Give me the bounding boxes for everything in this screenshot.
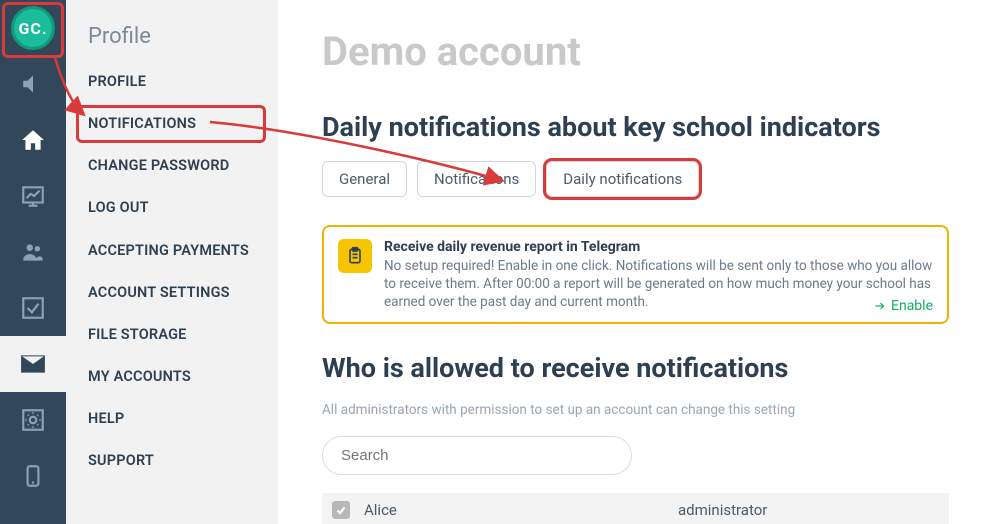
- sidebar-title: Profile: [66, 18, 278, 61]
- avatar-annotation-box: [2, 2, 64, 58]
- who-subhead: All administrators with permission to se…: [322, 402, 949, 418]
- rail-mobile-icon[interactable]: [0, 448, 66, 504]
- callout-text: No setup required! Enable in one click. …: [384, 257, 933, 312]
- rail-sound-icon[interactable]: [0, 56, 66, 112]
- rail-chart-icon[interactable]: [0, 168, 66, 224]
- tab-daily-notifications[interactable]: Daily notifications: [546, 161, 699, 197]
- sidebar-item-accepting-payments[interactable]: ACCEPTING PAYMENTS: [66, 230, 278, 272]
- rail-avatar[interactable]: GC.: [0, 0, 66, 56]
- sidebar-item-notifications[interactable]: NOTIFICATIONS: [66, 103, 278, 145]
- user-checkbox[interactable]: [332, 501, 350, 519]
- telegram-callout: Receive daily revenue report in Telegram…: [322, 225, 949, 324]
- tab-general[interactable]: General: [322, 161, 407, 197]
- sidebar-item-log-out[interactable]: LOG OUT: [66, 187, 278, 229]
- clipboard-icon: [338, 239, 372, 273]
- user-role: administrator: [678, 501, 939, 519]
- sidebar-item-account-settings[interactable]: ACCOUNT SETTINGS: [66, 272, 278, 314]
- tab-label: Daily notifications: [563, 170, 682, 188]
- user-row[interactable]: Alice administrator: [322, 493, 949, 524]
- icon-rail: GC.: [0, 0, 66, 524]
- enable-link[interactable]: Enable: [873, 298, 933, 314]
- page-title: Demo account: [322, 28, 949, 75]
- section-title: Daily notifications about key school ind…: [322, 111, 949, 143]
- sidebar-item-my-accounts[interactable]: MY ACCOUNTS: [66, 356, 278, 398]
- main-content: Demo account Daily notifications about k…: [278, 0, 993, 524]
- sidebar-item-help[interactable]: HELP: [66, 398, 278, 440]
- tab-notifications[interactable]: Notifications: [417, 161, 536, 197]
- callout-body: Receive daily revenue report in Telegram…: [384, 239, 933, 312]
- user-name: Alice: [364, 501, 664, 519]
- rail-settings-icon[interactable]: [0, 392, 66, 448]
- who-title: Who is allowed to receive notifications: [322, 352, 949, 384]
- rail-users-icon[interactable]: [0, 224, 66, 280]
- rail-check-icon[interactable]: [0, 280, 66, 336]
- rail-home-icon[interactable]: [0, 112, 66, 168]
- sidebar: Profile PROFILE NOTIFICATIONS CHANGE PAS…: [66, 0, 278, 524]
- sidebar-item-file-storage[interactable]: FILE STORAGE: [66, 314, 278, 356]
- rail-mail-icon[interactable]: [0, 336, 66, 392]
- notifications-annotation-box: [76, 105, 266, 143]
- search-input[interactable]: [322, 436, 632, 475]
- enable-label: Enable: [891, 298, 933, 314]
- sidebar-item-profile[interactable]: PROFILE: [66, 61, 278, 103]
- arrow-right-icon: [873, 299, 887, 313]
- callout-title: Receive daily revenue report in Telegram: [384, 239, 933, 255]
- tabs: General Notifications Daily notification…: [322, 161, 949, 197]
- sidebar-item-change-password[interactable]: CHANGE PASSWORD: [66, 145, 278, 187]
- check-icon: [335, 504, 347, 516]
- sidebar-item-support[interactable]: SUPPORT: [66, 440, 278, 482]
